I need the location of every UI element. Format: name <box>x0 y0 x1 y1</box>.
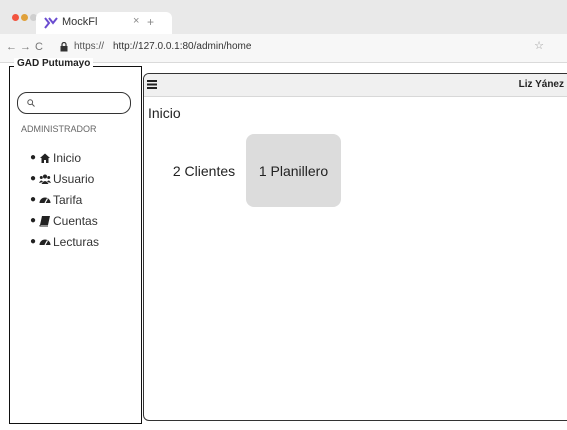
bullet: ● <box>30 215 37 226</box>
hamburger-menu-icon[interactable] <box>147 80 157 89</box>
app-logo-icon <box>44 17 58 29</box>
search-input[interactable] <box>17 92 131 114</box>
url-field[interactable]: https:// http://127.0.0.1:80/admin/home … <box>60 39 550 57</box>
reload-icon[interactable]: C <box>35 41 43 53</box>
sidebar-item-tarifa[interactable]: ● Tarifa <box>30 189 140 210</box>
card-label: 2 Clientes <box>172 162 236 179</box>
browser-tab[interactable]: MockFl + <box>36 12 172 34</box>
sidebar-item-label: Tarifa <box>53 192 83 207</box>
user-name[interactable]: Liz Yánez <box>519 79 564 90</box>
role-label: ADMINISTRADOR <box>21 124 97 134</box>
sidebar-item-lecturas[interactable]: ● Lecturas <box>30 231 140 252</box>
back-arrow-icon[interactable]: ← <box>6 41 17 53</box>
main-panel: Liz Yánez Inicio 2 Clientes 1 Planillero <box>143 73 567 421</box>
bullet: ● <box>30 236 37 247</box>
bookmark-star-icon[interactable]: ☆ <box>534 39 544 52</box>
sidebar-menu: ● Inicio ● Usuario ● Tarifa ● Cuentas ● … <box>30 147 140 252</box>
planillero-card[interactable]: 1 Planillero <box>246 134 341 207</box>
window-close-dot[interactable] <box>12 14 19 21</box>
home-icon <box>40 153 50 163</box>
clientes-card[interactable]: 2 Clientes <box>159 134 249 207</box>
url-scheme: https:// <box>74 41 105 52</box>
sidebar-item-label: Cuentas <box>53 213 98 228</box>
search-icon <box>27 99 35 107</box>
sidebar-item-inicio[interactable]: ● Inicio <box>30 147 140 168</box>
sidebar-item-label: Inicio <box>53 150 82 165</box>
top-bar: Liz Yánez <box>144 74 567 97</box>
window-minimize-dot[interactable] <box>21 14 28 21</box>
sidebar-item-cuentas[interactable]: ● Cuentas <box>30 210 140 231</box>
sidebar-item-label: Lecturas <box>53 234 100 249</box>
url-text: http://127.0.0.1:80/admin/home <box>113 41 252 52</box>
book-icon <box>39 215 50 226</box>
tab-title: MockFl <box>62 16 98 28</box>
forward-arrow-icon[interactable]: → <box>20 41 31 53</box>
tab-close-icon[interactable]: × <box>133 15 139 27</box>
sidebar: GAD Putumayo ADMINISTRADOR ● Inicio ● Us… <box>9 58 142 424</box>
tachometer-icon <box>39 197 51 203</box>
bullet: ● <box>30 173 37 184</box>
tachometer-icon <box>39 239 51 245</box>
users-icon <box>39 174 51 184</box>
sidebar-item-label: Usuario <box>53 171 95 186</box>
sidebar-item-usuario[interactable]: ● Usuario <box>30 168 140 189</box>
lock-icon <box>60 42 68 52</box>
bullet: ● <box>30 194 37 205</box>
bullet: ● <box>30 152 37 163</box>
brand-title: GAD Putumayo <box>14 58 94 69</box>
card-label: 1 Planillero <box>258 162 329 179</box>
new-tab-icon[interactable]: + <box>147 15 154 29</box>
browser-tabbar: MockFl + × <box>0 0 567 34</box>
page-title: Inicio <box>148 105 181 121</box>
